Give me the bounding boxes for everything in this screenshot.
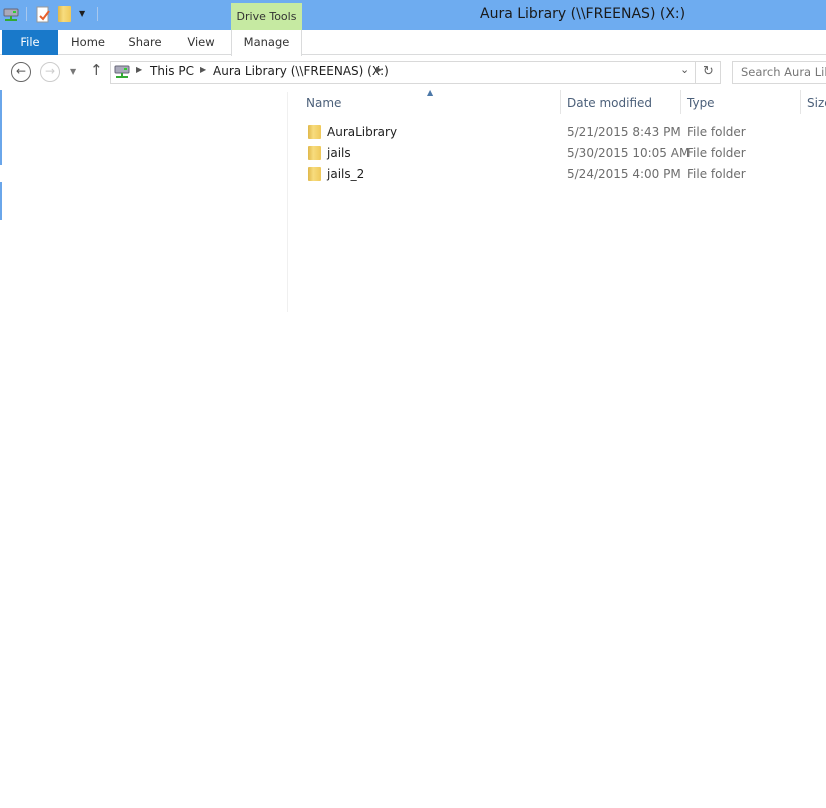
file-type: File folder	[687, 125, 746, 139]
breadcrumb-drive[interactable]: Aura Library (\\FREENAS) (X:)	[213, 64, 389, 78]
file-type: File folder	[687, 167, 746, 181]
folder-icon	[308, 146, 321, 160]
tab-file[interactable]: File	[2, 30, 58, 55]
back-button[interactable]: ←	[11, 62, 31, 82]
file-name: jails	[327, 146, 351, 160]
column-divider[interactable]	[560, 90, 561, 114]
recent-locations-dropdown[interactable]: ▼	[70, 67, 76, 76]
file-name: AuraLibrary	[327, 125, 398, 139]
up-button[interactable]: ↑	[90, 61, 103, 79]
file-name: jails_2	[327, 167, 365, 181]
tab-manage[interactable]: Manage	[231, 30, 302, 56]
network-drive-icon	[114, 64, 130, 83]
file-date: 5/24/2015 4:00 PM	[567, 167, 681, 181]
refresh-button[interactable]: ↻	[695, 61, 721, 84]
drive-tools-label: Drive Tools	[231, 3, 302, 30]
column-header-date[interactable]: Date modified	[567, 96, 652, 110]
address-dropdown-icon[interactable]: ⌄	[680, 63, 689, 76]
file-date: 5/21/2015 8:43 PM	[567, 125, 681, 139]
sort-ascending-icon: ▲	[427, 88, 434, 97]
network-drive-icon[interactable]	[3, 6, 19, 24]
divider	[26, 7, 27, 21]
forward-button[interactable]: →	[40, 62, 60, 82]
file-type: File folder	[687, 146, 746, 160]
file-row[interactable]: AuraLibrary 5/21/2015 8:43 PM File folde…	[300, 122, 826, 143]
search-input[interactable]: Search Aura Library	[732, 61, 826, 84]
column-header-size[interactable]: Size	[807, 96, 826, 110]
tab-share[interactable]: Share	[118, 30, 172, 55]
file-date: 5/30/2015 10:05 AM	[567, 146, 690, 160]
chevron-right-icon[interactable]: ▶	[200, 65, 206, 74]
scroll-edge	[0, 182, 2, 220]
breadcrumb-this-pc[interactable]: This PC	[150, 64, 194, 78]
scroll-edge	[0, 90, 2, 165]
properties-icon[interactable]	[36, 6, 50, 24]
navigation-pane-divider[interactable]	[287, 92, 288, 312]
chevron-right-icon[interactable]: ▶	[136, 65, 142, 74]
file-row[interactable]: jails_2 5/24/2015 4:00 PM File folder	[300, 164, 826, 185]
divider	[97, 7, 98, 21]
column-divider[interactable]	[800, 90, 801, 114]
customize-dropdown-icon[interactable]: ▼	[79, 9, 85, 18]
column-header-type[interactable]: Type	[687, 96, 715, 110]
folder-icon	[308, 125, 321, 139]
column-header-name[interactable]: Name	[306, 96, 341, 110]
window-title: Aura Library (\\FREENAS) (X:)	[480, 6, 686, 22]
tab-home[interactable]: Home	[60, 30, 116, 55]
file-row[interactable]: jails 5/30/2015 10:05 AM File folder	[300, 143, 826, 164]
chevron-right-icon[interactable]: ▶	[376, 65, 382, 74]
column-divider[interactable]	[680, 90, 681, 114]
folder-icon	[308, 167, 321, 181]
tab-view[interactable]: View	[174, 30, 228, 55]
new-folder-icon[interactable]	[58, 6, 72, 24]
